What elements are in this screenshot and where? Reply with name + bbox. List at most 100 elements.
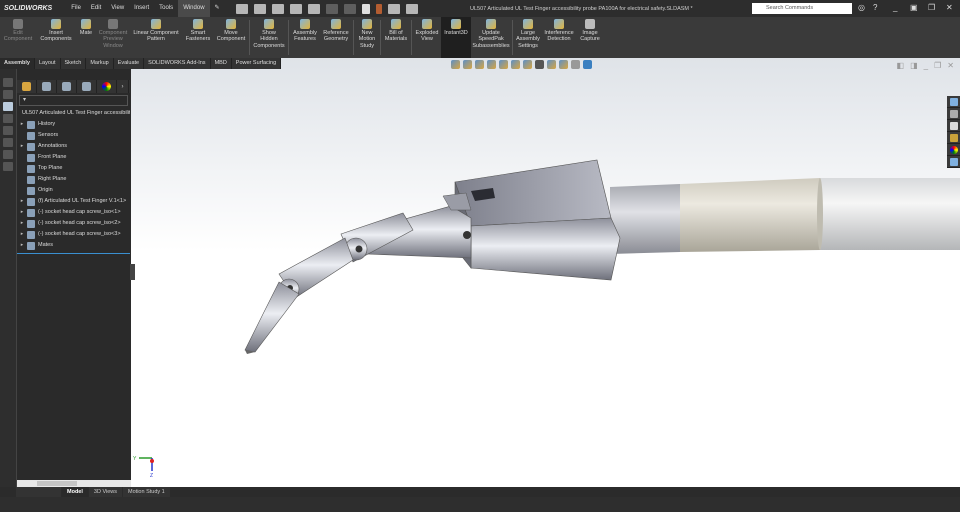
- expand-arrow-icon[interactable]: ▸: [17, 218, 27, 229]
- insert-components-button[interactable]: Insert Components: [36, 17, 76, 58]
- menu-file[interactable]: File: [66, 0, 86, 17]
- new-motion-study-button[interactable]: New Motion Study: [355, 17, 379, 58]
- expand-arrow-icon[interactable]: ▸: [17, 229, 27, 240]
- panel-collapse-handle[interactable]: [130, 264, 135, 280]
- large-assembly-settings-button[interactable]: Large Assembly Settings: [514, 17, 542, 58]
- expand-arrow-icon[interactable]: ▸: [17, 196, 27, 207]
- open-icon[interactable]: [271, 3, 284, 14]
- tab-power-surfacing[interactable]: Power Surfacing: [232, 58, 282, 69]
- assembly-features-button[interactable]: Assembly Features: [290, 17, 320, 58]
- expand-arrow-icon[interactable]: ▸: [17, 141, 27, 152]
- menu-tools[interactable]: Tools: [154, 0, 178, 17]
- tree-node[interactable]: ▸ (-) socket head cap screw_iso<1>: [17, 207, 130, 218]
- tree-node[interactable]: ▸ History: [17, 119, 130, 130]
- tool-icon[interactable]: [3, 162, 13, 171]
- tree-node[interactable]: ▸ (-) socket head cap screw_iso<2>: [17, 218, 130, 229]
- undo-icon[interactable]: [325, 3, 338, 14]
- tab-3d-views[interactable]: 3D Views: [88, 487, 123, 497]
- status-toolbar: [0, 497, 960, 512]
- mate-button[interactable]: Mate: [76, 17, 96, 58]
- select-icon[interactable]: [361, 3, 370, 14]
- tool-icon[interactable]: [3, 102, 13, 111]
- tree-node[interactable]: Front Plane: [17, 152, 130, 163]
- menu-insert[interactable]: Insert: [129, 0, 154, 17]
- tab-mbd[interactable]: MBD: [211, 58, 232, 69]
- component-preview-button[interactable]: Component Preview Window: [96, 17, 130, 58]
- expand-arrow-icon[interactable]: ▸: [17, 207, 27, 218]
- tab-assembly[interactable]: Assembly: [0, 58, 35, 69]
- minimize-button[interactable]: _: [893, 3, 897, 12]
- close-button[interactable]: ✕: [946, 3, 953, 12]
- label: Exploded View: [415, 30, 439, 43]
- home-icon[interactable]: [235, 3, 248, 14]
- tree-node[interactable]: ▸ (-) socket head cap screw_iso<3>: [17, 229, 130, 240]
- label: Mate: [79, 30, 93, 36]
- move-component-button[interactable]: Move Component: [214, 17, 248, 58]
- menu-view[interactable]: View: [106, 0, 129, 17]
- tree-node[interactable]: Sensors: [17, 130, 130, 141]
- options-gear-icon[interactable]: [405, 3, 418, 14]
- label: Large Assembly Settings: [516, 30, 540, 49]
- tab-addins[interactable]: SOLIDWORKS Add-Ins: [144, 58, 211, 69]
- tool-icon[interactable]: [3, 138, 13, 147]
- tree-node[interactable]: Right Plane: [17, 174, 130, 185]
- tab-feature-manager[interactable]: [17, 80, 37, 93]
- tree-node[interactable]: ▸ (f) Articulated UL Test Finger V.1<1>: [17, 196, 130, 207]
- tile-button[interactable]: ▣: [910, 3, 918, 12]
- show-hidden-button[interactable]: Show Hidden Components: [251, 17, 287, 58]
- graphics-area[interactable]: ◧ ◨ _ ❐ ✕ Y Z: [131, 58, 960, 487]
- bill-of-materials-button[interactable]: Bill of Materials: [382, 17, 410, 58]
- interference-detection-button[interactable]: Interference Detection: [542, 17, 576, 58]
- tab-property-manager[interactable]: [37, 80, 57, 93]
- redo-icon[interactable]: [343, 3, 356, 14]
- tab-dimxpert[interactable]: [77, 80, 97, 93]
- tab-model[interactable]: Model: [62, 487, 88, 497]
- new-document-icon[interactable]: [253, 3, 266, 14]
- tab-layout[interactable]: Layout: [35, 58, 61, 69]
- edit-component-button[interactable]: Edit Component: [0, 17, 36, 58]
- tab-sketch[interactable]: Sketch: [61, 58, 87, 69]
- tree-node[interactable]: ▸ Mates: [17, 240, 130, 251]
- tab-navigation-arrows[interactable]: [16, 487, 61, 497]
- user-icon[interactable]: ◎: [858, 3, 865, 12]
- pin-icon[interactable]: ✎: [210, 0, 225, 17]
- rebuild-icon[interactable]: [375, 3, 382, 14]
- file-properties-icon[interactable]: [387, 3, 400, 14]
- tool-icon[interactable]: [3, 78, 13, 87]
- tree-horizontal-scrollbar[interactable]: [17, 480, 131, 487]
- restore-button[interactable]: ❐: [928, 3, 935, 12]
- smart-fasteners-button[interactable]: Smart Fasteners: [182, 17, 214, 58]
- tool-icon[interactable]: [3, 150, 13, 159]
- tab-markup[interactable]: Markup: [86, 58, 114, 69]
- model-view[interactable]: Y Z: [131, 58, 960, 487]
- tab-configuration-manager[interactable]: [57, 80, 77, 93]
- tree-root[interactable]: UL507 Articulated UL Test Finger accessi…: [17, 108, 130, 119]
- rollback-bar[interactable]: [17, 253, 130, 254]
- expand-arrow-icon[interactable]: ▸: [17, 119, 27, 130]
- interference-icon: [554, 19, 564, 29]
- tab-display-manager[interactable]: [97, 80, 117, 93]
- tree-node[interactable]: ▸ Annotations: [17, 141, 130, 152]
- tab-motion-study-1[interactable]: Motion Study 1: [123, 487, 170, 497]
- tool-icon[interactable]: [3, 114, 13, 123]
- tree-filter[interactable]: ▾: [19, 95, 128, 106]
- expand-arrow-icon[interactable]: ▸: [17, 240, 27, 251]
- tree-node[interactable]: Top Plane: [17, 163, 130, 174]
- reference-geometry-button[interactable]: Reference Geometry: [320, 17, 352, 58]
- print-icon[interactable]: [307, 3, 320, 14]
- image-capture-button[interactable]: Image Capture: [576, 17, 604, 58]
- update-speedpak-button[interactable]: Update SpeedPak Subassemblies: [471, 17, 511, 58]
- exploded-view-button[interactable]: Exploded View: [413, 17, 441, 58]
- tree-node[interactable]: Origin: [17, 185, 130, 196]
- save-icon[interactable]: [289, 3, 302, 14]
- linear-pattern-button[interactable]: Linear Component Pattern: [130, 17, 182, 58]
- tab-evaluate[interactable]: Evaluate: [114, 58, 145, 69]
- search-commands-input[interactable]: Search Commands: [752, 3, 852, 14]
- tool-icon[interactable]: [3, 90, 13, 99]
- tabs-more-icon[interactable]: ›: [117, 80, 129, 93]
- menu-edit[interactable]: Edit: [86, 0, 106, 17]
- tool-icon[interactable]: [3, 126, 13, 135]
- help-icon[interactable]: ?: [873, 3, 877, 12]
- instant3d-button[interactable]: Instant3D: [441, 17, 471, 58]
- menu-window[interactable]: Window: [178, 0, 210, 17]
